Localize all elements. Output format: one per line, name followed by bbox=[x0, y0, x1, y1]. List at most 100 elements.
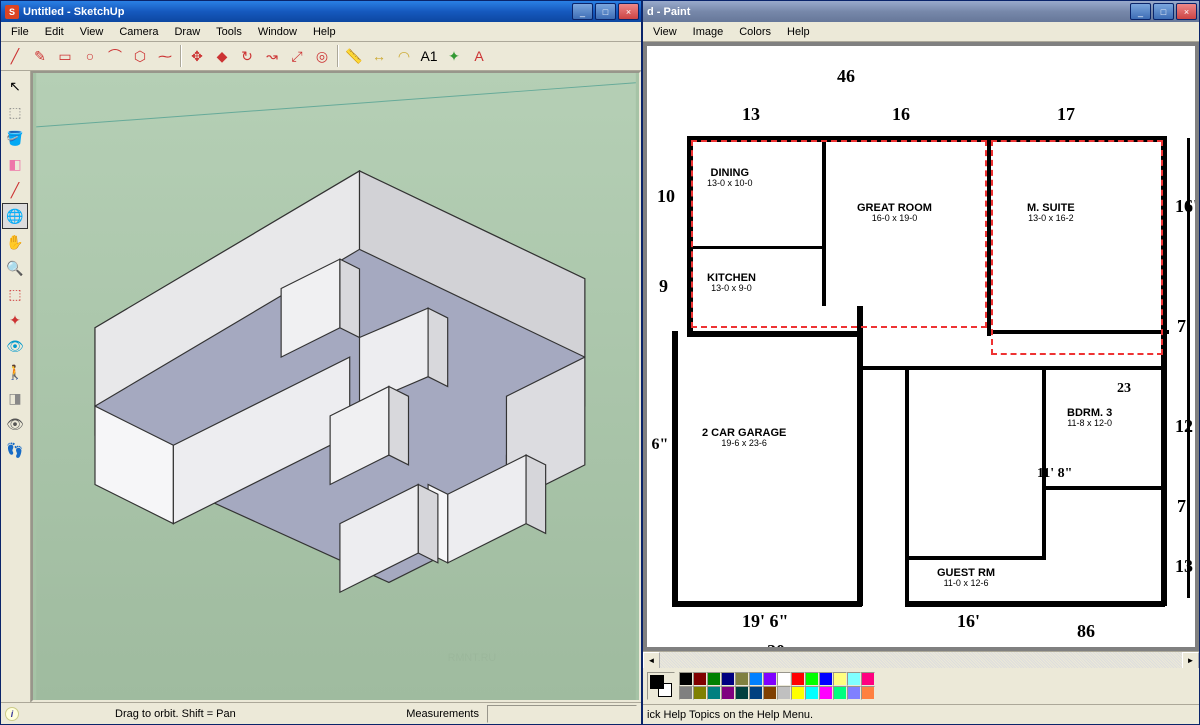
palette-color[interactable] bbox=[861, 672, 875, 686]
palette-color[interactable] bbox=[693, 686, 707, 700]
arc-tool-icon[interactable]: ⌒ bbox=[103, 44, 127, 68]
eye-tool-icon[interactable]: 👁 bbox=[2, 411, 28, 437]
menu-window[interactable]: Window bbox=[250, 24, 305, 40]
polygon-tool-icon[interactable]: ⬡ bbox=[128, 44, 152, 68]
paint-window: d - Paint _ □ × View Image Colors Help bbox=[642, 0, 1200, 725]
menu-camera[interactable]: Camera bbox=[111, 24, 166, 40]
palette-color[interactable] bbox=[721, 686, 735, 700]
menu-tools[interactable]: Tools bbox=[208, 24, 250, 40]
watermark-text: RMNT.RU bbox=[448, 652, 496, 664]
palette-color[interactable] bbox=[833, 686, 847, 700]
scroll-track[interactable] bbox=[660, 652, 1182, 668]
palette-color[interactable] bbox=[805, 672, 819, 686]
toolbar-separator bbox=[337, 45, 339, 67]
menu-colors[interactable]: Colors bbox=[731, 24, 779, 40]
paint-tool-icon[interactable]: 🪣 bbox=[2, 125, 28, 151]
paint-canvas[interactable]: DINING13-0 x 10-0 GREAT ROOM16-0 x 19-0 … bbox=[647, 46, 1195, 647]
position-camera-tool-icon[interactable]: ✦ bbox=[2, 307, 28, 333]
paint-canvas-wrap: DINING13-0 x 10-0 GREAT ROOM16-0 x 19-0 … bbox=[643, 42, 1199, 651]
dimension-tool-icon[interactable]: ↔ bbox=[367, 44, 391, 68]
palette-color[interactable] bbox=[721, 672, 735, 686]
text-tool-icon[interactable]: A1 bbox=[417, 44, 441, 68]
follow-tool-icon[interactable]: ↝ bbox=[260, 44, 284, 68]
menu-view[interactable]: View bbox=[645, 24, 685, 40]
scale-tool-icon[interactable]: ⤢ bbox=[285, 44, 309, 68]
line-tool-icon[interactable]: ╱ bbox=[2, 177, 28, 203]
fg-color bbox=[650, 675, 664, 689]
palette-color[interactable] bbox=[679, 686, 693, 700]
pan-tool-icon[interactable]: ✋ bbox=[2, 229, 28, 255]
circle-tool-icon[interactable]: ○ bbox=[78, 44, 102, 68]
fg-bg-swatch[interactable] bbox=[647, 672, 675, 700]
section-tool-icon[interactable]: ◨ bbox=[2, 385, 28, 411]
horizontal-scrollbar[interactable]: ◄ ► bbox=[643, 651, 1199, 668]
palette-color[interactable] bbox=[693, 672, 707, 686]
palette-color[interactable] bbox=[735, 686, 749, 700]
pushpull-tool-icon[interactable]: ◆ bbox=[210, 44, 234, 68]
paint-body: DINING13-0 x 10-0 GREAT ROOM16-0 x 19-0 … bbox=[643, 42, 1199, 724]
palette-color[interactable] bbox=[847, 672, 861, 686]
palette-color[interactable] bbox=[735, 672, 749, 686]
palette-color[interactable] bbox=[707, 672, 721, 686]
menu-image[interactable]: Image bbox=[685, 24, 732, 40]
window-controls: _ □ × bbox=[572, 3, 639, 20]
room-bdrm3: BDRM. 311-8 x 12-0 bbox=[1067, 406, 1112, 429]
sketchup-viewport[interactable]: RMNT.RU bbox=[31, 71, 641, 702]
palette-color[interactable] bbox=[763, 672, 777, 686]
eraser-tool-icon[interactable]: ◧ bbox=[2, 151, 28, 177]
line-tool-icon[interactable]: ╱ bbox=[3, 44, 27, 68]
move-tool-icon[interactable]: ✥ bbox=[185, 44, 209, 68]
palette-color[interactable] bbox=[805, 686, 819, 700]
palette-color[interactable] bbox=[777, 672, 791, 686]
close-button[interactable]: × bbox=[1176, 3, 1197, 20]
palette-color[interactable] bbox=[819, 686, 833, 700]
menu-edit[interactable]: Edit bbox=[37, 24, 72, 40]
minimize-button[interactable]: _ bbox=[572, 3, 593, 20]
tape-tool-icon[interactable]: 📏 bbox=[342, 44, 366, 68]
palette-color[interactable] bbox=[847, 686, 861, 700]
offset-tool-icon[interactable]: ◎ bbox=[310, 44, 334, 68]
palette-color[interactable] bbox=[791, 686, 805, 700]
scroll-right-icon[interactable]: ► bbox=[1182, 652, 1199, 669]
menu-help[interactable]: Help bbox=[779, 24, 818, 40]
pencil-tool-icon[interactable]: ✎ bbox=[28, 44, 52, 68]
walk-tool-icon[interactable]: 🚶 bbox=[2, 359, 28, 385]
lookaround-tool-icon[interactable]: 👁 bbox=[2, 333, 28, 359]
freehand-tool-icon[interactable]: ⁓ bbox=[153, 44, 177, 68]
3dtext-tool-icon[interactable]: A bbox=[467, 44, 491, 68]
palette-color[interactable] bbox=[749, 686, 763, 700]
palette-color[interactable] bbox=[707, 686, 721, 700]
zoomwindow-tool-icon[interactable]: ⬚ bbox=[2, 281, 28, 307]
palette-color[interactable] bbox=[833, 672, 847, 686]
select-tool-icon[interactable]: ↖ bbox=[2, 73, 28, 99]
palette-color[interactable] bbox=[679, 672, 693, 686]
zoom-tool-icon[interactable]: 🔍 bbox=[2, 255, 28, 281]
menu-help[interactable]: Help bbox=[305, 24, 344, 40]
window-controls: _ □ × bbox=[1130, 3, 1197, 20]
palette-color[interactable] bbox=[777, 686, 791, 700]
maximize-button[interactable]: □ bbox=[595, 3, 616, 20]
palette-color[interactable] bbox=[791, 672, 805, 686]
menu-draw[interactable]: Draw bbox=[166, 24, 208, 40]
sketchup-titlebar[interactable]: S Untitled - SketchUp _ □ × bbox=[1, 1, 641, 22]
palette-color[interactable] bbox=[819, 672, 833, 686]
scroll-left-icon[interactable]: ◄ bbox=[643, 652, 660, 669]
paint-menubar: View Image Colors Help bbox=[643, 22, 1199, 42]
axes-tool-icon[interactable]: ✦ bbox=[442, 44, 466, 68]
minimize-button[interactable]: _ bbox=[1130, 3, 1151, 20]
palette-color[interactable] bbox=[861, 686, 875, 700]
orbit-tool-icon[interactable]: 🌐 bbox=[2, 203, 28, 229]
palette-color[interactable] bbox=[763, 686, 777, 700]
paint-titlebar[interactable]: d - Paint _ □ × bbox=[643, 1, 1199, 22]
protractor-tool-icon[interactable]: ◠ bbox=[392, 44, 416, 68]
rotate-tool-icon[interactable]: ↻ bbox=[235, 44, 259, 68]
component-tool-icon[interactable]: ⬚ bbox=[2, 99, 28, 125]
maximize-button[interactable]: □ bbox=[1153, 3, 1174, 20]
menu-view[interactable]: View bbox=[72, 24, 112, 40]
footprints-tool-icon[interactable]: 👣 bbox=[2, 437, 28, 463]
menu-file[interactable]: File bbox=[3, 24, 37, 40]
rectangle-tool-icon[interactable]: ▭ bbox=[53, 44, 77, 68]
measurements-input[interactable] bbox=[487, 705, 637, 723]
palette-color[interactable] bbox=[749, 672, 763, 686]
close-button[interactable]: × bbox=[618, 3, 639, 20]
